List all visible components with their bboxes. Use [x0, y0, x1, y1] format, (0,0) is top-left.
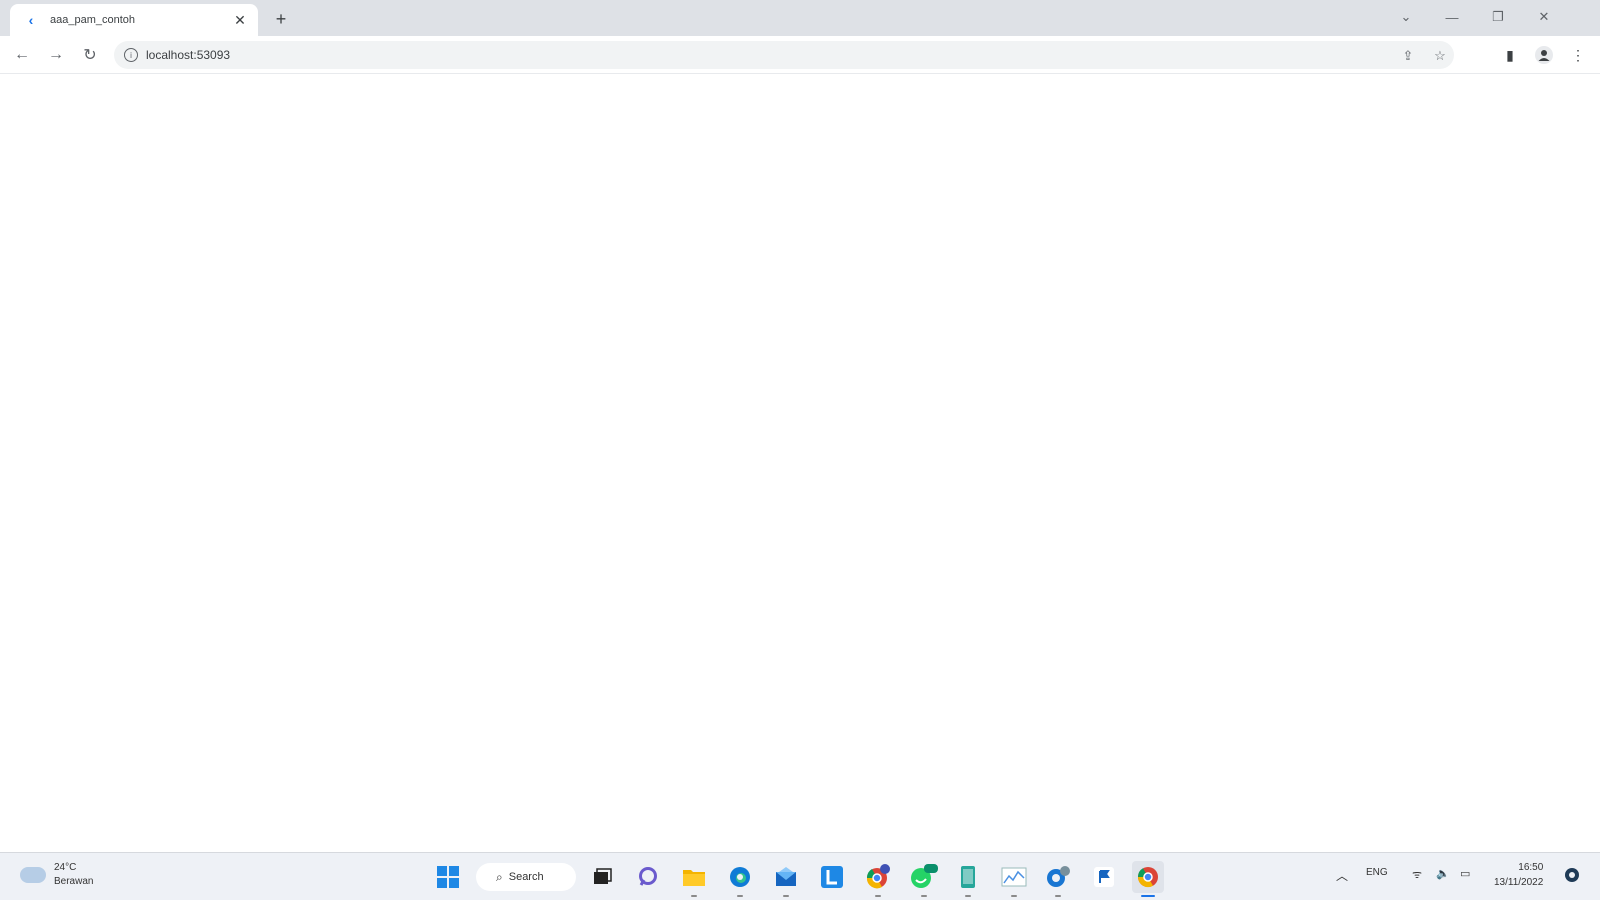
- running-indicator: [965, 895, 971, 897]
- whatsapp-icon: [911, 864, 938, 888]
- l-app-icon: [821, 866, 843, 888]
- l-app[interactable]: [816, 861, 848, 893]
- running-indicator: [1011, 895, 1017, 897]
- profile-avatar-icon[interactable]: [1532, 43, 1556, 67]
- running-indicator: [1055, 895, 1061, 897]
- running-indicator: [875, 895, 881, 897]
- side-panel-icon[interactable]: ▮: [1498, 43, 1522, 67]
- chart-app[interactable]: [998, 861, 1030, 897]
- search-label: Search: [508, 871, 544, 883]
- tab-title: aaa_pam_contoh: [50, 14, 136, 26]
- bookmark-star-icon[interactable]: ☆: [1430, 46, 1450, 66]
- chrome-icon: [1137, 867, 1158, 888]
- browser-tab[interactable]: ‹ aaa_pam_contoh ✕: [10, 4, 258, 36]
- url-text: localhost:53093: [146, 48, 231, 62]
- wifi-icon[interactable]: ᯤ: [1412, 867, 1422, 882]
- notification-icon[interactable]: [1564, 867, 1580, 886]
- running-indicator: [737, 895, 743, 897]
- taskbar-clock[interactable]: 16:50 13/11/2022: [1494, 860, 1543, 890]
- battery-icon[interactable]: ▭: [1460, 867, 1470, 880]
- active-indicator: [1141, 895, 1155, 897]
- edge-icon: [730, 867, 750, 887]
- close-window-button[interactable]: ✕: [1526, 4, 1562, 30]
- page-content-area: [0, 75, 1600, 852]
- clock-date: 13/11/2022: [1494, 877, 1544, 888]
- chat-icon: [639, 867, 657, 886]
- chrome-icon: [866, 864, 890, 889]
- start-button[interactable]: [432, 861, 464, 893]
- phone-app[interactable]: [952, 861, 984, 897]
- mail-app[interactable]: [770, 861, 802, 897]
- taskbar-search[interactable]: ⌕ Search: [476, 863, 576, 891]
- browser-toolbar: ← → ↻ i localhost:53093 ⇪ ☆ ▮ ⋮: [0, 36, 1600, 74]
- flutter-favicon-icon: ‹: [28, 12, 34, 28]
- show-hidden-icons-chevron-icon[interactable]: ︿: [1336, 867, 1348, 884]
- folder-icon: [683, 870, 705, 886]
- task-view-button[interactable]: [586, 861, 618, 893]
- file-explorer-app[interactable]: [678, 861, 710, 897]
- new-tab-button[interactable]: +: [270, 8, 292, 30]
- weather-widget[interactable]: 24°C Berawan: [20, 861, 93, 889]
- flag-icon: [1094, 867, 1114, 887]
- weather-temp: 24°C: [54, 862, 77, 873]
- tab-search-icon[interactable]: ⌄: [1388, 4, 1424, 30]
- running-indicator: [783, 895, 789, 897]
- whatsapp-app[interactable]: [908, 861, 940, 897]
- feedback-app[interactable]: [1088, 861, 1120, 893]
- cloud-icon: [20, 867, 46, 883]
- weather-desc: Berawan: [54, 876, 94, 887]
- back-button[interactable]: ←: [10, 43, 34, 67]
- reload-button[interactable]: ↻: [78, 43, 102, 67]
- chrome-profile-app[interactable]: [862, 861, 894, 897]
- mail-icon: [776, 867, 796, 886]
- browser-tabstrip: ‹ aaa_pam_contoh ✕ + ⌄ — ❐ ✕: [0, 0, 1600, 36]
- graph-icon: [1001, 867, 1027, 887]
- running-indicator: [691, 895, 697, 897]
- address-bar[interactable]: i localhost:53093 ⇪ ☆: [114, 41, 1454, 69]
- task-view-icon: [594, 868, 612, 884]
- settings-app[interactable]: [1042, 861, 1074, 897]
- share-icon[interactable]: ⇪: [1398, 46, 1418, 66]
- running-indicator: [921, 895, 927, 897]
- language-indicator[interactable]: ENG: [1366, 867, 1388, 878]
- volume-icon[interactable]: 🔈: [1436, 867, 1450, 880]
- tab-close-icon[interactable]: ✕: [232, 12, 248, 28]
- gear-icon: [1047, 866, 1070, 887]
- chrome-menu-icon[interactable]: ⋮: [1566, 43, 1590, 67]
- windows-taskbar: 24°C Berawan ⌕ Search ︿ ENG ᯤ 🔈 ▭ 16:50 …: [0, 852, 1600, 900]
- windows-logo-icon: [437, 866, 459, 888]
- chat-app[interactable]: [632, 861, 664, 893]
- clock-time: 16:50: [1518, 862, 1544, 873]
- search-icon: ⌕: [496, 869, 503, 884]
- forward-button[interactable]: →: [44, 43, 68, 67]
- minimize-button[interactable]: —: [1434, 4, 1470, 30]
- chrome-app-active[interactable]: [1132, 861, 1164, 897]
- phone-icon: [961, 866, 975, 888]
- restore-button[interactable]: ❐: [1480, 4, 1516, 30]
- site-info-icon[interactable]: i: [124, 48, 138, 62]
- edge-app[interactable]: [724, 861, 756, 897]
